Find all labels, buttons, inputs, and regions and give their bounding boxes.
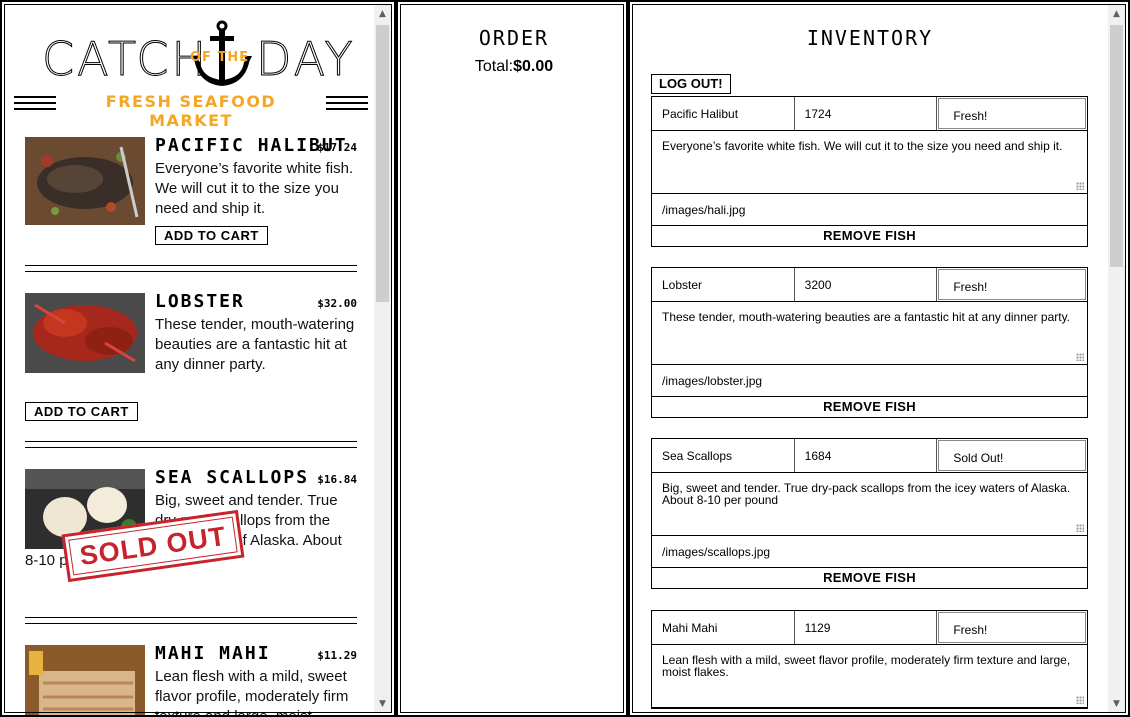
- fish-desc-text: Big, sweet and tender. True dry-pack sca…: [662, 481, 1071, 507]
- remove-fish-button[interactable]: REMOVE FISH: [652, 397, 1087, 417]
- fish-edit-form: Lobster 3200 Fresh! These tender, mouth-…: [651, 267, 1088, 418]
- fish-edit-form: Sea Scallops 1684 Sold Out! Big, sweet a…: [651, 438, 1088, 589]
- fish-status-select[interactable]: Fresh!: [938, 612, 1087, 643]
- fish-desc-textarea[interactable]: These tender, mouth-watering beauties ar…: [652, 302, 1087, 365]
- menu-item-mahi-mahi: MAHI MAHI $11.29 Lean flesh with a mild,…: [25, 643, 357, 715]
- fish-image-input[interactable]: /images/lobster.jpg: [652, 365, 1087, 397]
- add-to-cart-button[interactable]: ADD TO CART: [155, 226, 268, 245]
- fish-price-input[interactable]: 1724: [795, 97, 938, 130]
- menu-scrollbar[interactable]: ▲ ▼: [374, 5, 391, 712]
- logo-word-catch: CATCH: [41, 32, 210, 87]
- resize-grip-icon[interactable]: [1076, 353, 1084, 361]
- divider: [25, 265, 357, 272]
- fish-price-input[interactable]: 3200: [795, 268, 938, 301]
- tagline: FRESH SEAFOOD MARKET: [105, 92, 277, 130]
- divider: [25, 441, 357, 448]
- fish-edit-form: Pacific Halibut 1724 Fresh! Everyone’s f…: [651, 96, 1088, 247]
- fish-name-input[interactable]: Mahi Mahi: [652, 611, 795, 644]
- menu-item-halibut: PACIFIC HALIBUT $17.24 Everyone’s favori…: [25, 135, 357, 245]
- order-total-value: $0.00: [513, 58, 554, 75]
- inventory-panel: INVENTORY LOG OUT! Pacific Halibut 1724 …: [628, 0, 1130, 717]
- fish-desc-textarea[interactable]: Big, sweet and tender. True dry-pack sca…: [652, 473, 1087, 536]
- fish-image-lobster: [25, 293, 145, 373]
- order-title: ORDER: [478, 26, 550, 50]
- fish-image-mahi-mahi: [25, 645, 145, 715]
- scroll-down-icon[interactable]: ▼: [1108, 695, 1125, 712]
- inventory-title: INVENTORY: [806, 26, 934, 50]
- menu-panel: CATCH OF THE DAY FRESH SEAFOOD MARKET PA…: [0, 0, 396, 717]
- app-window: CATCH OF THE DAY FRESH SEAFOOD MARKET PA…: [0, 0, 1130, 717]
- fish-desc-textarea[interactable]: Everyone’s favorite white fish. We will …: [652, 131, 1087, 194]
- logo: CATCH OF THE DAY FRESH SEAFOOD MARKET: [12, 20, 370, 130]
- fish-price-input[interactable]: 1129: [795, 611, 938, 644]
- fish-price-input[interactable]: 1684: [795, 439, 938, 472]
- tagline-rule-left: [14, 96, 56, 110]
- fish-image-input[interactable]: /images/scallops.jpg: [652, 536, 1087, 568]
- fish-name: MAHI MAHI: [155, 643, 271, 664]
- resize-grip-icon[interactable]: [1076, 524, 1084, 532]
- order-total: Total:$0.00: [398, 58, 626, 76]
- remove-fish-button[interactable]: REMOVE FISH: [652, 568, 1087, 588]
- scroll-thumb[interactable]: [376, 25, 389, 302]
- resize-grip-icon[interactable]: [1076, 182, 1084, 190]
- order-total-label: Total:: [474, 58, 514, 75]
- remove-fish-button[interactable]: REMOVE FISH: [652, 226, 1087, 246]
- tagline-rule-right: [326, 96, 368, 110]
- fish-status-select[interactable]: Fresh!: [938, 269, 1087, 300]
- fish-image-halibut: [25, 137, 145, 225]
- inventory-scrollbar[interactable]: ▲ ▼: [1108, 5, 1125, 712]
- order-panel: ORDER Total:$0.00: [396, 0, 628, 717]
- divider: [25, 617, 357, 624]
- fish-name-input[interactable]: Pacific Halibut: [652, 97, 795, 130]
- menu-item-lobster: LOBSTER $32.00 These tender, mouth-water…: [25, 291, 357, 421]
- fish-price: $32.00: [317, 297, 357, 310]
- fish-status-select[interactable]: Fresh!: [938, 98, 1087, 129]
- fish-desc-text: Everyone’s favorite white fish. We will …: [662, 139, 1063, 153]
- scroll-thumb[interactable]: [1110, 25, 1123, 267]
- scroll-down-icon[interactable]: ▼: [374, 695, 391, 712]
- logo-of-the: OF THE: [190, 50, 250, 65]
- scroll-up-icon[interactable]: ▲: [374, 5, 391, 22]
- fish-name: LOBSTER: [155, 291, 245, 312]
- fish-price: $11.29: [317, 649, 357, 662]
- fish-name: SEA SCALLOPS: [155, 467, 310, 488]
- fish-edit-form: Mahi Mahi 1129 Fresh! Lean flesh with a …: [651, 610, 1088, 709]
- logout-button[interactable]: LOG OUT!: [651, 74, 731, 94]
- logo-word-day: DAY: [256, 32, 356, 87]
- add-to-cart-button[interactable]: ADD TO CART: [25, 402, 138, 421]
- scroll-up-icon[interactable]: ▲: [1108, 5, 1125, 22]
- fish-desc-textarea[interactable]: Lean flesh with a mild, sweet flavor pro…: [652, 645, 1087, 708]
- fish-desc-text: These tender, mouth-watering beauties ar…: [662, 310, 1071, 324]
- fish-status-select[interactable]: Sold Out!: [938, 440, 1087, 471]
- fish-price: $16.84: [317, 473, 357, 486]
- tagline-row: FRESH SEAFOOD MARKET: [12, 92, 370, 130]
- fish-name-input[interactable]: Sea Scallops: [652, 439, 795, 472]
- fish-desc-text: Lean flesh with a mild, sweet flavor pro…: [662, 653, 1071, 679]
- fish-image-input[interactable]: /images/hali.jpg: [652, 194, 1087, 226]
- resize-grip-icon[interactable]: [1076, 696, 1084, 704]
- fish-price: $17.24: [317, 141, 357, 154]
- fish-name-input[interactable]: Lobster: [652, 268, 795, 301]
